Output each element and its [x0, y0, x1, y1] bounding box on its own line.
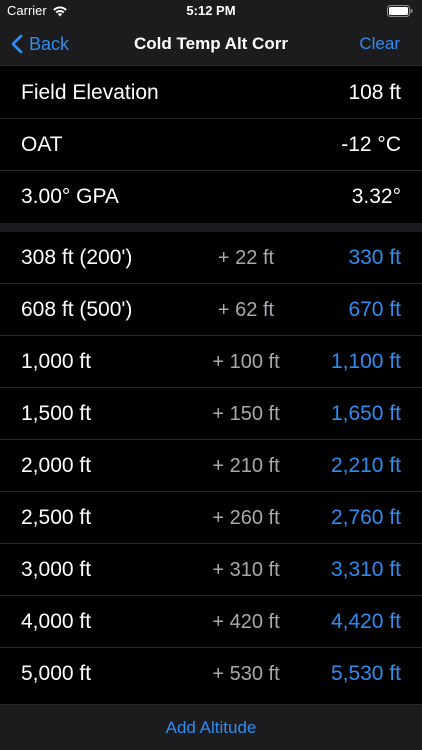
gpa-value: 3.32°	[351, 185, 401, 208]
altitude-label: 2,000 ft	[21, 454, 92, 477]
corrected-altitude: 330 ft	[348, 246, 401, 269]
altitude-label: 308 ft (200')	[21, 246, 133, 269]
corrected-altitude: 2,760 ft	[330, 506, 401, 529]
corrected-altitude: 5,530 ft	[330, 662, 401, 685]
altitude-label: 608 ft (500')	[21, 298, 133, 321]
navigation-bar: Back Cold Temp Alt Corr Clear	[0, 22, 422, 66]
altitude-row[interactable]: 608 ft (500') + 62 ft 670 ft	[0, 284, 422, 336]
oat-row[interactable]: OAT -12 °C	[0, 119, 422, 171]
correction-value: + 310 ft	[212, 559, 280, 581]
correction-value: + 420 ft	[212, 611, 280, 633]
add-altitude-button[interactable]: Add Altitude	[0, 705, 422, 750]
clear-button[interactable]: Clear	[359, 22, 400, 66]
oat-value: -12 °C	[341, 133, 401, 156]
section-divider	[0, 223, 422, 232]
altitude-row[interactable]: 4,000 ft + 420 ft 4,420 ft	[0, 596, 422, 648]
status-bar: Carrier 5:12 PM	[0, 0, 422, 22]
altitude-row[interactable]: 2,500 ft + 260 ft 2,760 ft	[0, 492, 422, 544]
status-time: 5:12 PM	[186, 3, 236, 18]
field-elevation-label: Field Elevation	[21, 81, 159, 104]
corrected-altitude: 670 ft	[348, 298, 401, 321]
battery-icon	[387, 5, 413, 17]
altitude-label: 1,500 ft	[21, 402, 92, 425]
altitude-row[interactable]: 5,000 ft + 530 ft 5,530 ft	[0, 648, 422, 700]
corrected-altitude: 1,650 ft	[330, 402, 401, 425]
altitude-row[interactable]: 2,000 ft + 210 ft 2,210 ft	[0, 440, 422, 492]
altitude-row[interactable]: 1,000 ft + 100 ft 1,100 ft	[0, 336, 422, 388]
field-elevation-row[interactable]: Field Elevation 108 ft	[0, 67, 422, 119]
altitude-label: 4,000 ft	[21, 610, 92, 633]
correction-value: + 210 ft	[212, 455, 280, 477]
correction-value: + 260 ft	[212, 507, 280, 529]
corrected-altitude: 4,420 ft	[330, 610, 401, 633]
altitude-list: 308 ft (200') + 22 ft 330 ft 608 ft (500…	[0, 232, 422, 700]
input-section: Field Elevation 108 ft OAT -12 °C 3.00° …	[0, 67, 422, 223]
gpa-row[interactable]: 3.00° GPA 3.32°	[0, 171, 422, 223]
correction-value: + 150 ft	[212, 403, 280, 425]
correction-value: + 22 ft	[217, 247, 275, 269]
altitude-label: 2,500 ft	[21, 506, 92, 529]
altitude-row[interactable]: 1,500 ft + 150 ft 1,650 ft	[0, 388, 422, 440]
gpa-label: 3.00° GPA	[21, 185, 119, 208]
oat-label: OAT	[21, 133, 63, 156]
correction-value: + 530 ft	[212, 663, 280, 685]
altitude-label: 3,000 ft	[21, 558, 92, 581]
corrected-altitude: 1,100 ft	[330, 350, 401, 373]
bottom-toolbar: Add Altitude	[0, 704, 422, 750]
correction-value: + 62 ft	[217, 299, 275, 321]
altitude-row[interactable]: 3,000 ft + 310 ft 3,310 ft	[0, 544, 422, 596]
altitude-label: 5,000 ft	[21, 662, 92, 685]
corrected-altitude: 2,210 ft	[330, 454, 401, 477]
correction-value: + 100 ft	[212, 351, 280, 373]
altitude-row[interactable]: 308 ft (200') + 22 ft 330 ft	[0, 232, 422, 284]
field-elevation-value: 108 ft	[348, 81, 401, 104]
corrected-altitude: 3,310 ft	[330, 558, 401, 581]
altitude-label: 1,000 ft	[21, 350, 92, 373]
